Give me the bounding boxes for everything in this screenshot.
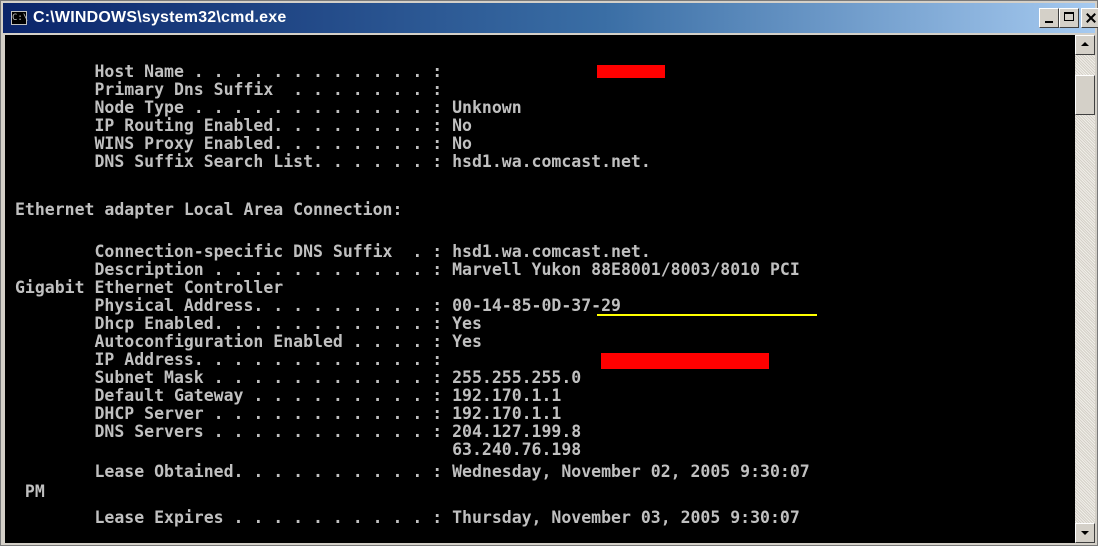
console-output[interactable]: Host Name . . . . . . . . . . . . : Prim… [5, 35, 1075, 543]
arrow-up-icon[interactable] [1075, 35, 1095, 55]
console-line: Node Type . . . . . . . . . . . . : Unkn… [15, 98, 522, 117]
scrollbar-thumb[interactable] [1075, 75, 1095, 115]
console-line: Lease Expires . . . . . . . . . . : Thur… [15, 508, 800, 527]
console-line: Physical Address. . . . . . . . . : 00-1… [15, 296, 621, 315]
close-button[interactable] [1081, 8, 1098, 28]
console-line: DNS Servers . . . . . . . . . . . : 204.… [15, 422, 582, 441]
redaction-bar [601, 353, 769, 369]
console-line: DHCP Server . . . . . . . . . . . : 192.… [15, 404, 562, 423]
console-line: Lease Obtained. . . . . . . . . . : Wedn… [15, 462, 810, 481]
redaction-bar [597, 65, 665, 78]
console-line: Ethernet adapter Local Area Connection: [15, 200, 403, 219]
console-line: Connection-specific DNS Suffix . : hsd1.… [15, 242, 651, 261]
mac-address-highlight [597, 314, 817, 316]
console-line: WINS Proxy Enabled. . . . . . . . : No [15, 134, 472, 153]
console-line: PM [15, 482, 45, 501]
console-line: Host Name . . . . . . . . . . . . : [15, 62, 453, 81]
maximize-button[interactable] [1059, 8, 1079, 28]
console-line: Autoconfiguration Enabled . . . . : Yes [15, 332, 482, 351]
vertical-scrollbar[interactable] [1075, 35, 1095, 543]
console-line: 63.240.76.198 [15, 440, 582, 459]
arrow-down-icon[interactable] [1075, 523, 1095, 543]
console-line: Description . . . . . . . . . . . : Marv… [15, 260, 800, 279]
console-line: Dhcp Enabled. . . . . . . . . . . : Yes [15, 314, 482, 333]
cmd-window: C:\ C:\WINDOWS\system32\cmd.exe Host Nam… [0, 0, 1098, 546]
title-bar[interactable]: C:\ C:\WINDOWS\system32\cmd.exe [3, 3, 1098, 33]
console-line: IP Address. . . . . . . . . . . . : [15, 350, 453, 369]
console-line: Primary Dns Suffix . . . . . . . : [15, 80, 453, 99]
console-line: DNS Suffix Search List. . . . . . : hsd1… [15, 152, 651, 171]
console-line: Default Gateway . . . . . . . . . : 192.… [15, 386, 562, 405]
minimize-button[interactable] [1039, 8, 1059, 28]
console-line: Gigabit Ethernet Controller [15, 278, 284, 297]
console-line: IP Routing Enabled. . . . . . . . : No [15, 116, 472, 135]
cmd-icon[interactable]: C:\ [11, 11, 28, 25]
window-title: C:\WINDOWS\system32\cmd.exe [33, 9, 287, 26]
console-line: Subnet Mask . . . . . . . . . . . : 255.… [15, 368, 582, 387]
